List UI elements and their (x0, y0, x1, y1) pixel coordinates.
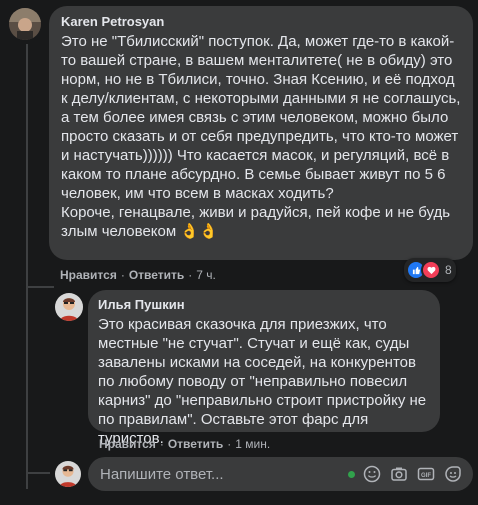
comment-bubble: Karen Petrosyan Это не "Тбилисский" пост… (49, 6, 473, 260)
emoji-icon[interactable] (362, 464, 382, 484)
separator-dot: · (159, 437, 164, 451)
reply-button[interactable]: Ответить (129, 268, 184, 282)
online-dot-icon (348, 470, 355, 478)
separator-dot: · (120, 268, 125, 282)
comment-timestamp[interactable]: 7 ч. (196, 268, 216, 282)
reply-text: Это красивая сказочка для приезжих, что … (98, 316, 431, 447)
gif-icon[interactable]: GIF (416, 464, 436, 484)
reply-composer: GIF (88, 457, 473, 491)
reply-bubble: Илья Пушкин Это красивая сказочка для пр… (88, 290, 440, 447)
comment-text: Это не "Тбилисский" поступок. Да, может … (61, 33, 461, 240)
composer-branch-line (26, 472, 50, 474)
comment-author[interactable]: Karen Petrosyan (61, 14, 461, 29)
thread-line (26, 44, 28, 489)
sticker-icon[interactable] (443, 464, 463, 484)
reply-author[interactable]: Илья Пушкин (98, 297, 430, 312)
avatar-karen[interactable] (9, 8, 41, 40)
love-icon (421, 260, 441, 280)
reply-timestamp[interactable]: 1 мин. (235, 437, 270, 451)
thread-branch-line (26, 286, 54, 288)
separator-dot: · (227, 437, 232, 451)
like-button[interactable]: Нравится (99, 437, 156, 451)
reply-button[interactable]: Ответить (168, 437, 223, 451)
separator-dot: · (188, 268, 193, 282)
avatar-ilya[interactable] (55, 293, 83, 321)
reply-input[interactable] (98, 464, 342, 484)
comment-actions: Нравится · Ответить · 7 ч. (60, 268, 216, 282)
reaction-count: 8 (445, 263, 452, 277)
avatar-current-user[interactable] (55, 461, 81, 487)
like-button[interactable]: Нравится (60, 268, 117, 282)
reply-actions: Нравится · Ответить · 1 мин. (99, 437, 270, 451)
svg-text:GIF: GIF (421, 473, 431, 479)
reaction-summary[interactable]: 8 (404, 258, 456, 282)
camera-icon[interactable] (389, 464, 409, 484)
